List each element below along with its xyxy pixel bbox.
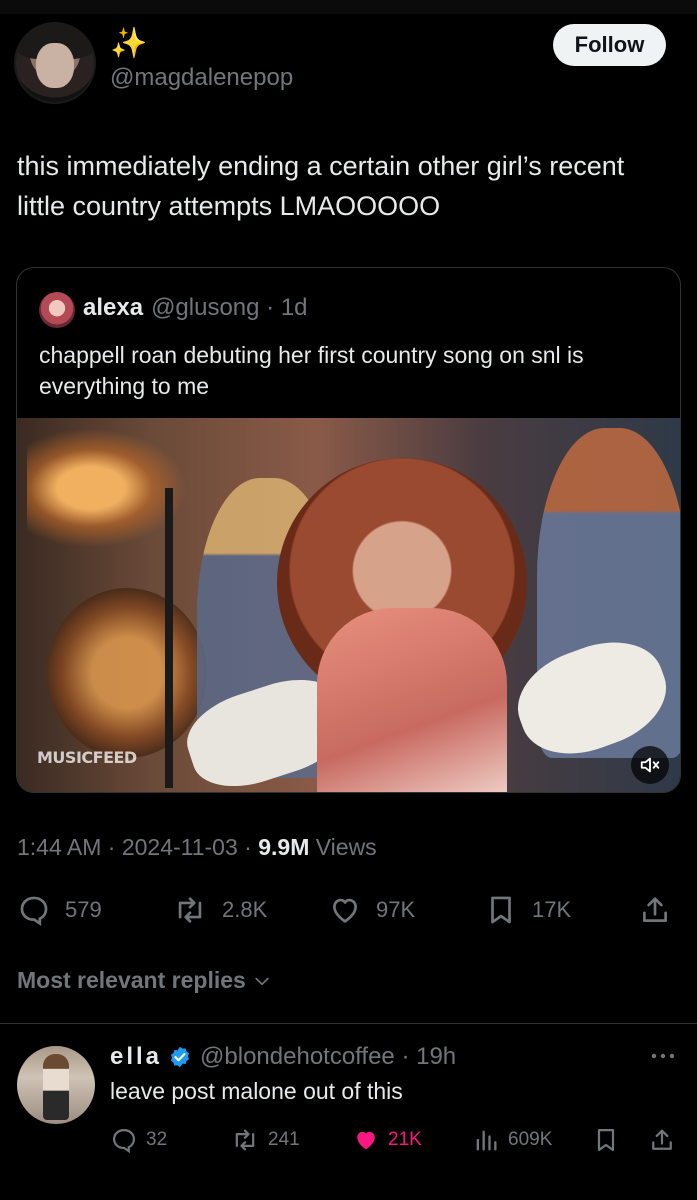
reply-views-button[interactable]: 609K bbox=[472, 1122, 552, 1158]
bookmark-button[interactable]: 17K bbox=[484, 890, 571, 930]
video-watermark: MUSICFEED bbox=[37, 748, 137, 767]
bookmark-icon bbox=[597, 1128, 615, 1152]
verified-icon bbox=[171, 1046, 190, 1068]
quoted-post[interactable]: alexa @glusong · 1d chappell roan debutin… bbox=[16, 267, 681, 793]
reply-action-bar: 32 241 21K 609K bbox=[0, 1122, 697, 1158]
video-frame-singer-body bbox=[317, 608, 507, 792]
reply-author-handle[interactable]: @blondehotcoffee · 19h bbox=[200, 1043, 456, 1071]
like-button[interactable]: 97K bbox=[328, 890, 415, 930]
bookmark-icon bbox=[491, 896, 511, 924]
status-strip bbox=[0, 0, 697, 14]
share-icon bbox=[652, 1129, 672, 1150]
repost-button[interactable]: 2.8K bbox=[172, 890, 267, 930]
replies-sort-label: Most relevant replies bbox=[17, 967, 246, 993]
reply-header: ella @blondehotcoffee · 19h bbox=[110, 1043, 456, 1071]
views-label: Views bbox=[309, 834, 377, 860]
video-frame-mic-stand bbox=[165, 488, 173, 788]
reply-icon bbox=[20, 896, 48, 927]
repost-count: 2.8K bbox=[222, 897, 268, 922]
like-count: 97K bbox=[376, 897, 416, 922]
views-count: 9.9M bbox=[258, 834, 310, 860]
reply-like-count: 21K bbox=[388, 1129, 422, 1150]
quoted-author-avatar[interactable] bbox=[39, 292, 75, 328]
reply-reply-count: 32 bbox=[146, 1129, 168, 1150]
like-icon bbox=[333, 898, 357, 923]
reply-reply-button[interactable]: 32 bbox=[110, 1122, 167, 1158]
reply-repost-count: 241 bbox=[268, 1129, 300, 1150]
reply-icon bbox=[112, 1128, 136, 1154]
views-icon bbox=[476, 1130, 497, 1151]
reply-author-name[interactable]: ella bbox=[110, 1043, 162, 1071]
reply-count: 579 bbox=[65, 897, 102, 922]
share-icon bbox=[643, 897, 667, 922]
mute-icon[interactable] bbox=[631, 746, 669, 784]
quoted-author-name[interactable]: alexa bbox=[83, 294, 143, 321]
repost-icon bbox=[235, 1129, 255, 1151]
bookmark-count: 17K bbox=[532, 897, 572, 922]
reply-like-button[interactable]: 21K bbox=[352, 1122, 422, 1158]
post-action-bar: 579 2.8K 97K 17K bbox=[0, 890, 697, 930]
divider bbox=[0, 1023, 697, 1024]
video-frame-drum bbox=[47, 588, 207, 758]
like-icon bbox=[357, 1131, 375, 1150]
video-player[interactable]: MUSICFEED bbox=[17, 418, 680, 792]
reply-views-count: 609K bbox=[508, 1129, 553, 1150]
avatar-figure bbox=[43, 1054, 69, 1120]
author-avatar[interactable] bbox=[14, 22, 96, 104]
avatar-face bbox=[36, 42, 74, 88]
quoted-post-header: alexa @glusong · 1d bbox=[83, 294, 308, 322]
chevron-down-icon bbox=[255, 977, 269, 985]
replies-sort-dropdown[interactable]: Most relevant replies bbox=[17, 967, 272, 994]
more-icon[interactable] bbox=[648, 1042, 678, 1070]
post-timestamp[interactable]: 1:44 AM · 2024-11-03 · bbox=[17, 834, 258, 860]
reply-bookmark-button[interactable] bbox=[592, 1122, 620, 1158]
video-frame-light bbox=[27, 428, 187, 548]
share-button[interactable] bbox=[638, 890, 672, 930]
author-display-name[interactable]: ✨ bbox=[110, 26, 147, 61]
quoted-author-handle[interactable]: @glusong · 1d bbox=[151, 294, 307, 321]
quoted-post-text: chappell roan debuting her first country… bbox=[39, 342, 584, 399]
follow-button[interactable]: Follow bbox=[553, 24, 666, 66]
reply-share-button[interactable] bbox=[648, 1122, 676, 1158]
post-text: this immediately ending a certain other … bbox=[17, 151, 625, 221]
author-handle[interactable]: @magdalenepop bbox=[110, 64, 293, 92]
repost-icon bbox=[178, 897, 202, 923]
reply-text: leave post malone out of this bbox=[110, 1078, 403, 1104]
reply-repost-button[interactable]: 241 bbox=[230, 1122, 300, 1158]
reply-button[interactable]: 579 bbox=[17, 890, 102, 930]
post-meta: 1:44 AM · 2024-11-03 · 9.9M Views bbox=[17, 834, 377, 861]
reply-author-avatar[interactable] bbox=[17, 1046, 95, 1124]
